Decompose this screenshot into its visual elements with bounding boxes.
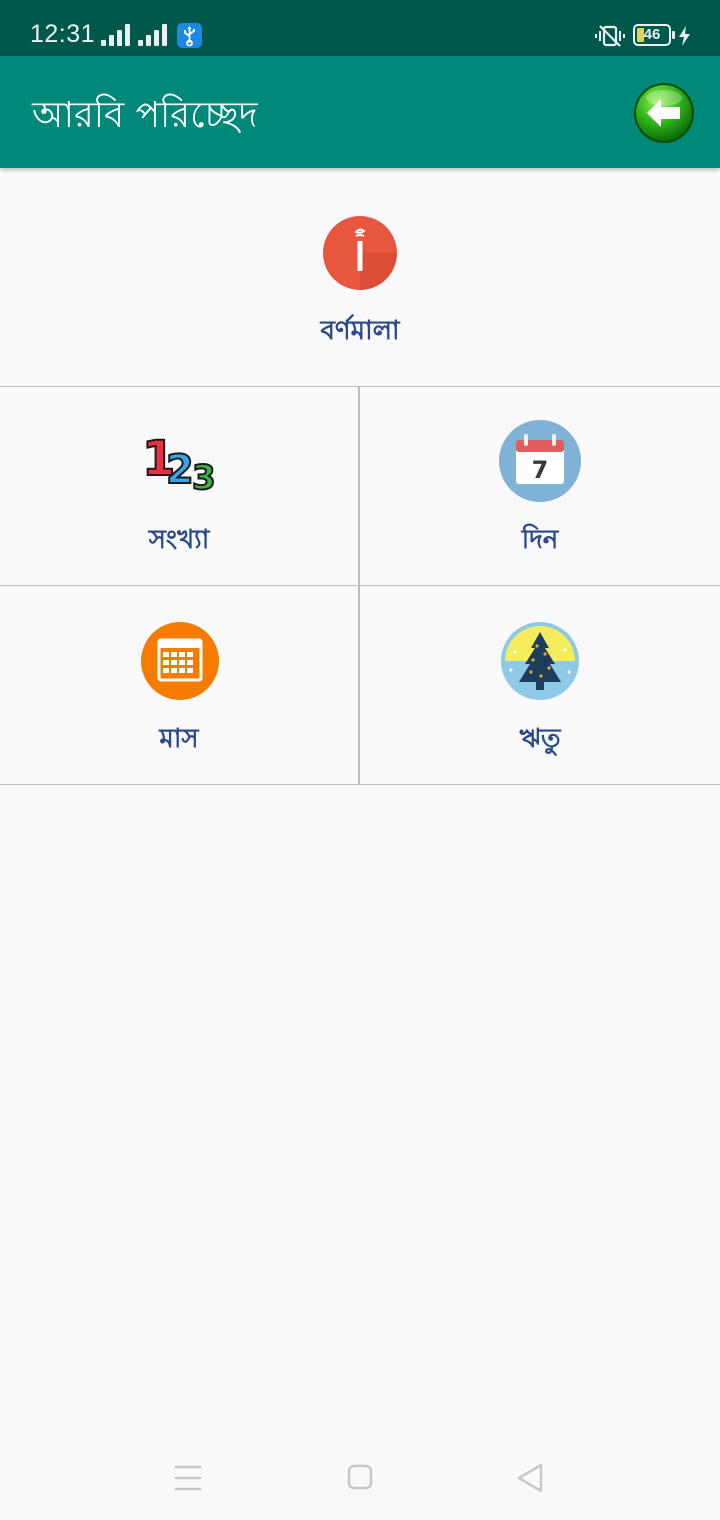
battery-nib (672, 31, 675, 39)
svg-text:7: 7 (532, 456, 549, 484)
back-icon (517, 1463, 543, 1493)
signal-icon (101, 24, 130, 46)
menu-tile-numbers[interactable]: 1 2 3 সংখ্যা (0, 387, 358, 585)
nav-back-button[interactable] (510, 1458, 550, 1498)
numbers-123-icon: 1 2 3 (141, 433, 217, 493)
battery-icon: 46 (633, 24, 675, 46)
menu-label-alphabet: বর্ণমালা (320, 316, 400, 346)
vibrate-icon (595, 25, 625, 47)
app-bar: আরবি পরিচ্ছেদ (0, 56, 720, 168)
menu-label-days: দিন (521, 525, 559, 555)
calendar-day-icon: 7 (499, 420, 581, 502)
back-button[interactable] (633, 82, 695, 144)
menu-tile-months[interactable]: মাস (0, 586, 358, 784)
menu-label-months: মাস (159, 724, 199, 754)
svg-text:3: 3 (192, 458, 216, 493)
battery-fill (637, 28, 644, 42)
menu-tile-days[interactable]: 7 দিন (360, 387, 720, 585)
signal-icon (138, 24, 167, 46)
status-bar: 12:31 46 (0, 0, 720, 56)
menu-label-seasons: ঋতু (519, 724, 561, 754)
charging-icon (679, 26, 690, 46)
page-title: আরবি পরিচ্ছেদ (32, 95, 258, 136)
calendar-month-icon (141, 622, 219, 700)
nav-home-button[interactable] (340, 1458, 380, 1498)
back-arrow-icon (634, 83, 694, 143)
system-nav-bar (0, 1430, 720, 1520)
nav-menu-button[interactable] (168, 1458, 208, 1498)
status-time: 12:31 (30, 20, 96, 48)
home-icon (347, 1464, 373, 1490)
divider (0, 784, 720, 785)
menu-icon (174, 1465, 202, 1491)
menu-tile-alphabet[interactable]: বর্ণমালা (0, 168, 720, 386)
usb-icon (177, 23, 202, 48)
battery-level: 46 (643, 26, 661, 43)
svg-text:2: 2 (166, 447, 194, 493)
menu-tile-seasons[interactable]: ঋতু (360, 586, 720, 784)
menu-label-numbers: সংখ্যা (148, 525, 210, 555)
season-tree-icon (501, 622, 579, 700)
arabic-alif-icon (323, 216, 397, 290)
